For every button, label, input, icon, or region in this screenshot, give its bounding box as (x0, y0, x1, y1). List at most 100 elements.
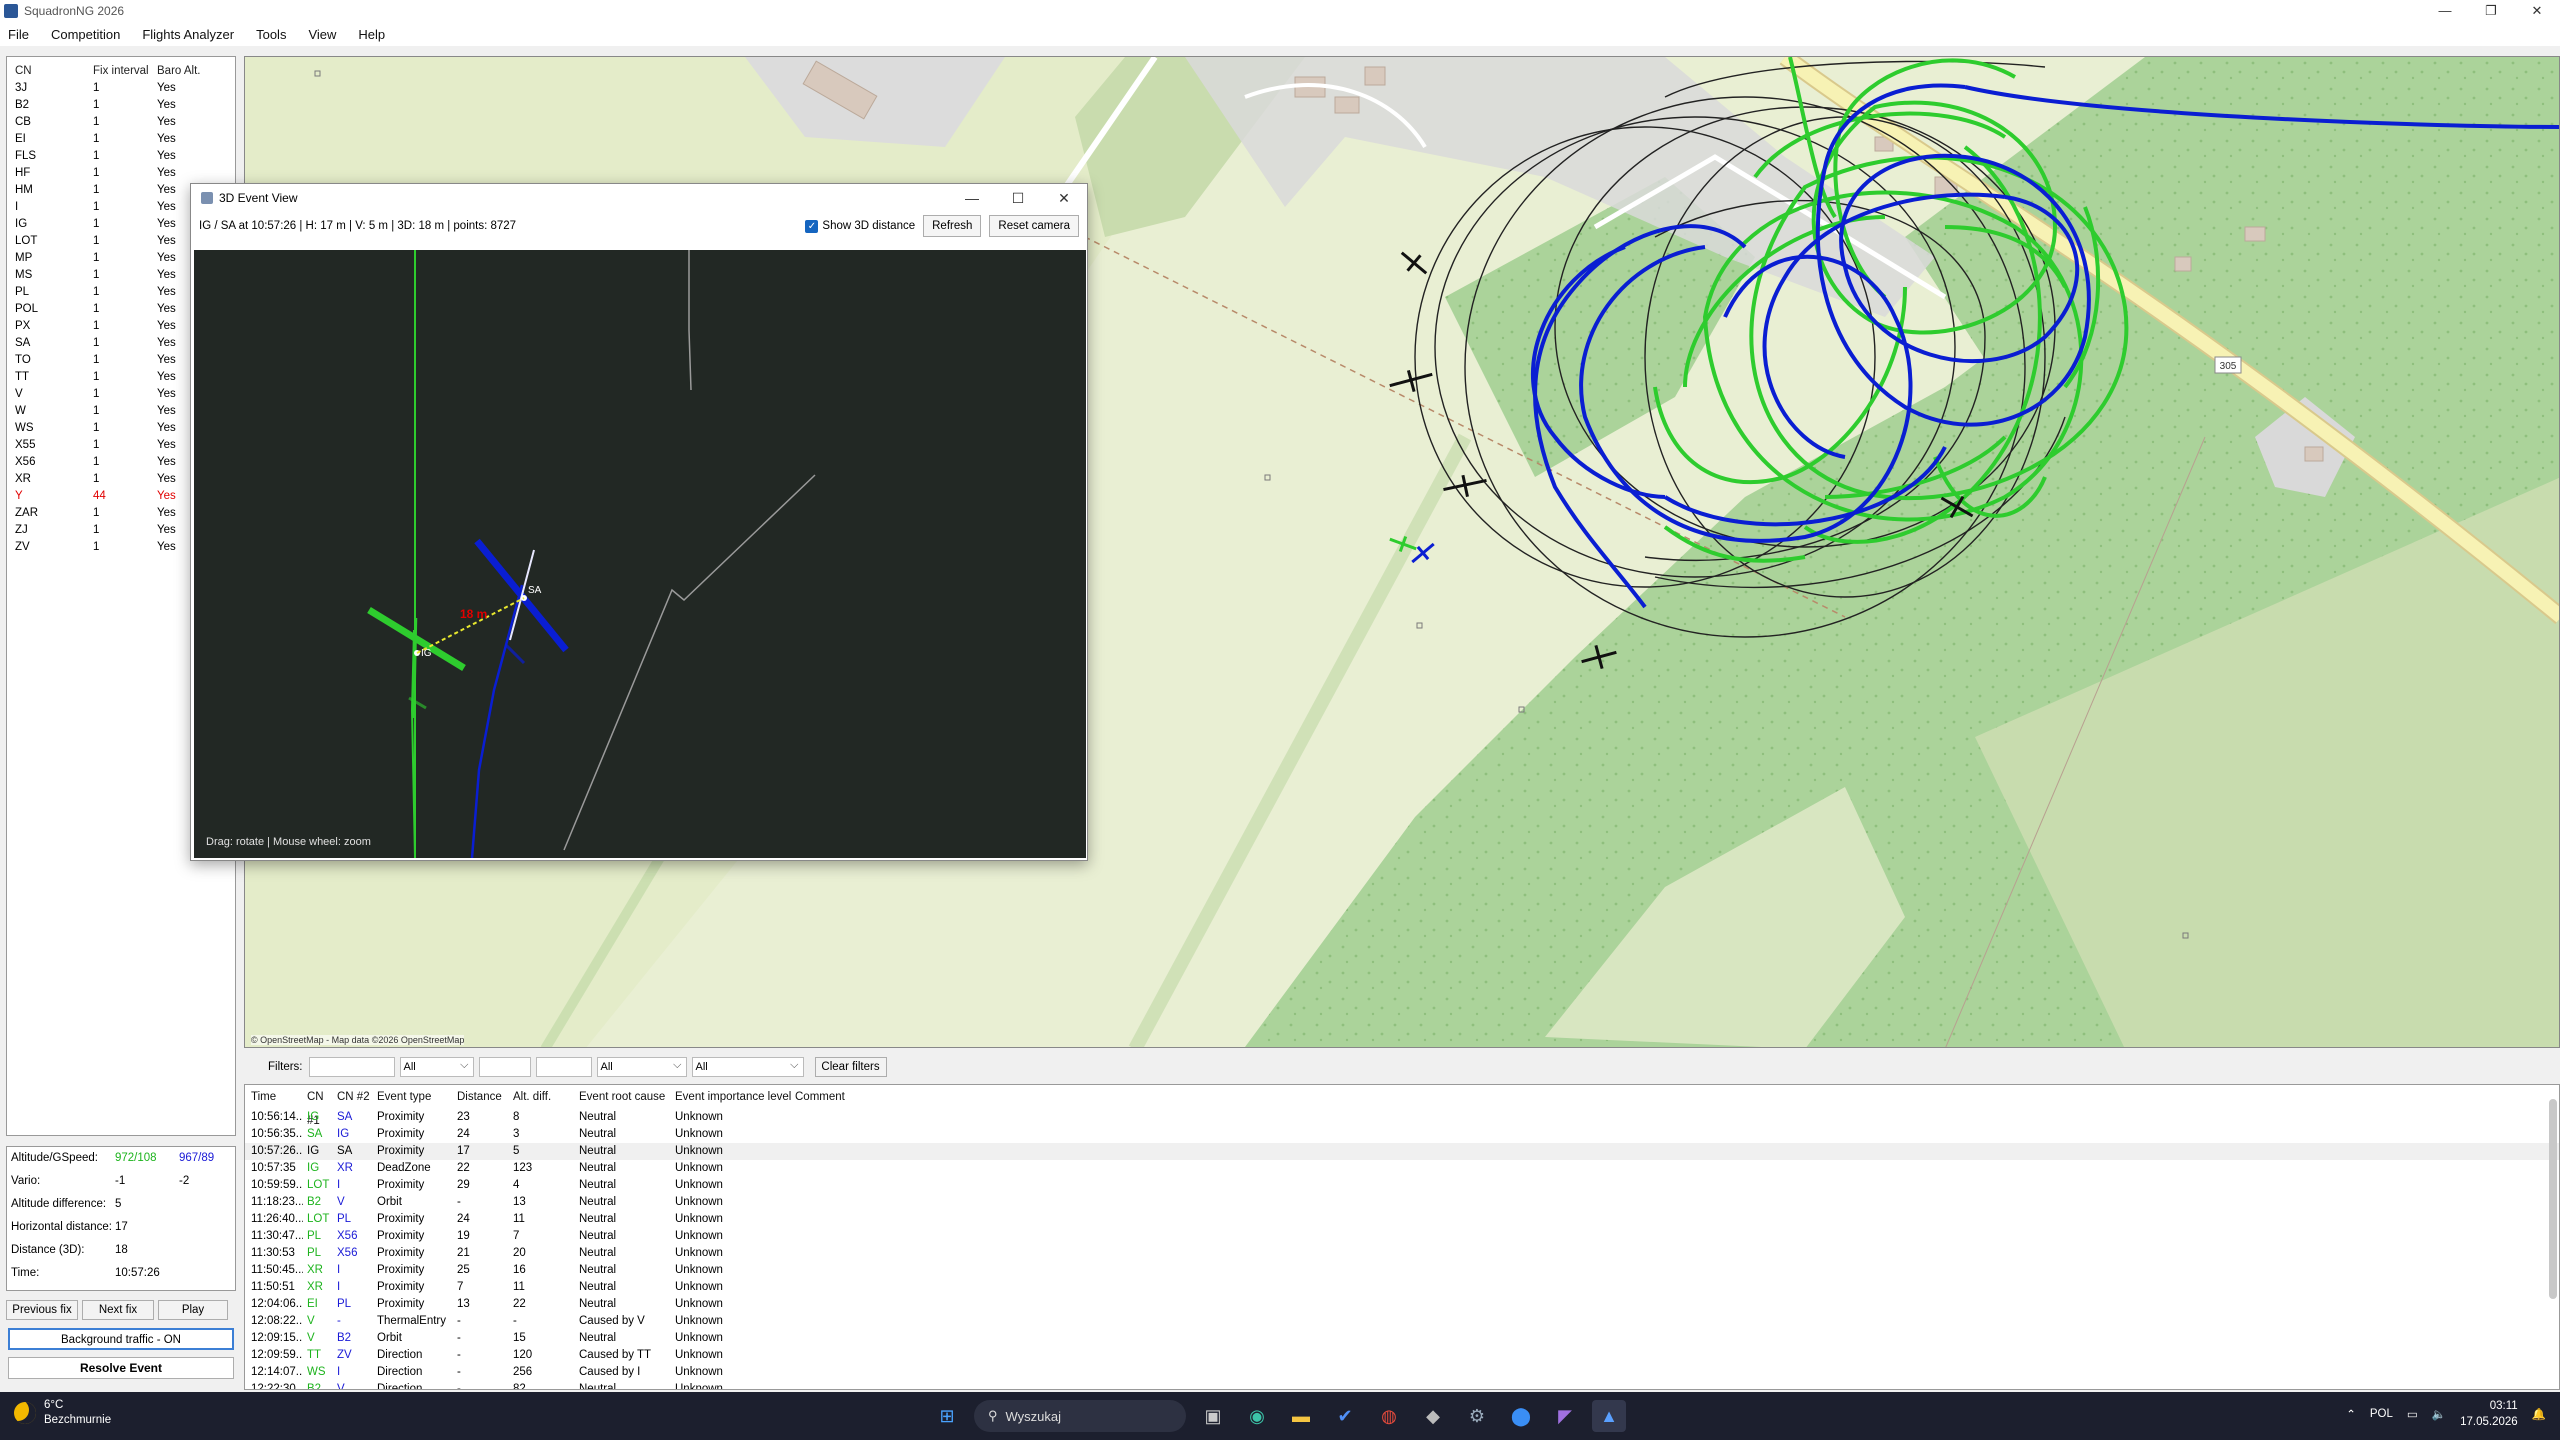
event-comment (795, 1330, 895, 1347)
pilot-row[interactable]: B2 1 Yes (9, 97, 233, 114)
filter-cn1-select[interactable]: All (399, 1056, 474, 1077)
event-time: 12:22:30... (251, 1383, 303, 1390)
event-type: Orbit (377, 1196, 402, 1208)
play-button[interactable]: Play (158, 1300, 228, 1320)
volume-icon[interactable]: 🔈 (2432, 1407, 2446, 1421)
clear-filters-button[interactable]: Clear filters (814, 1057, 887, 1077)
filter-type-input[interactable] (535, 1057, 592, 1077)
header-event-type[interactable]: Event type (377, 1085, 457, 1109)
reset-camera-button[interactable]: Reset camera (989, 215, 1079, 237)
menu-help[interactable]: Help (358, 27, 385, 42)
event-cn1: V (307, 1315, 315, 1327)
next-fix-button[interactable]: Next fix (82, 1300, 154, 1320)
maximize-button[interactable]: ❐ (2468, 0, 2514, 22)
header-baro-alt[interactable]: Baro Alt. (157, 63, 217, 80)
3d-scene-canvas[interactable]: IG SA 18 m (194, 250, 1086, 858)
weather-widget[interactable]: 6°C Bezchmurnie (14, 1398, 111, 1428)
event-row[interactable]: 11:50:51 XR I Proximity 7 11 Neutral Unknown (245, 1279, 2559, 1296)
pilot-fix: 1 (93, 201, 100, 213)
pilot-fix: 1 (93, 422, 100, 434)
clock-time: 03:11 (2489, 1400, 2518, 1412)
event-row[interactable]: 12:04:06... EI PL Proximity 13 22 Neutral Unkno… (245, 1296, 2559, 1313)
background-traffic-toggle[interactable]: Background traffic - ON (8, 1328, 234, 1350)
chrome-icon[interactable]: ◍ (1372, 1400, 1406, 1432)
taskbar-clock[interactable]: 03:11 17.05.2026 (2460, 1398, 2518, 1430)
minimize-button[interactable]: — (2422, 0, 2468, 22)
settings-icon[interactable]: ⚙ (1460, 1400, 1494, 1432)
header-cn1[interactable]: CN #1 (303, 1085, 333, 1127)
pilot-fix: 1 (93, 439, 100, 451)
maps-icon[interactable]: ⬤ (1504, 1400, 1538, 1432)
event-row[interactable]: 10:56:14... IG SA Proximity 23 8 Neutral Unknow… (245, 1109, 2559, 1126)
event-row[interactable]: 11:30:47... PL X56 Proximity 19 7 Neutral Unkno… (245, 1228, 2559, 1245)
filter-time-input[interactable] (308, 1057, 395, 1077)
3d-close-button[interactable]: ✕ (1041, 184, 1087, 212)
event-row[interactable]: 12:09:15... V B2 Orbit - 15 Neutral Unknown (245, 1330, 2559, 1347)
filter-level-select[interactable]: All (691, 1056, 804, 1077)
event-cause: Neutral (579, 1298, 617, 1310)
event-comment (795, 1262, 895, 1279)
todo-icon[interactable]: ✔ (1328, 1400, 1362, 1432)
event-row[interactable]: 12:09:59... TT ZV Direction - 120 Caused by TT… (245, 1347, 2559, 1364)
3d-minimize-button[interactable]: — (949, 184, 995, 212)
3d-window-titlebar[interactable]: 3D Event View — ☐ ✕ (191, 184, 1087, 212)
taskbar-search[interactable]: ⚲ Wyszukaj (974, 1400, 1186, 1432)
header-importance[interactable]: Event importance level (675, 1085, 795, 1109)
header-cn2[interactable]: CN #2 (333, 1085, 377, 1109)
header-comment[interactable]: Comment (795, 1085, 895, 1109)
menu-competition[interactable]: Competition (51, 27, 120, 42)
pilot-row[interactable]: FLS 1 Yes (9, 148, 233, 165)
event-row[interactable]: 10:57:26... IG SA Proximity 17 5 Neutral Unknow… (245, 1143, 2559, 1160)
3d-maximize-button[interactable]: ☐ (995, 184, 1041, 212)
menu-tools[interactable]: Tools (256, 27, 286, 42)
language-indicator[interactable]: POL (2370, 1408, 2393, 1420)
pilot-fix: 1 (93, 388, 100, 400)
menu-file[interactable]: File (8, 27, 29, 42)
event-row[interactable]: 11:18:23... B2 V Orbit - 13 Neutral Unknown (245, 1194, 2559, 1211)
close-button[interactable]: ✕ (2514, 0, 2560, 22)
file-explorer-icon[interactable]: ▬ (1284, 1400, 1318, 1432)
tray-chevron-icon[interactable]: ⌃ (2346, 1407, 2356, 1421)
event-time: 10:57:26... (251, 1145, 303, 1157)
header-cn[interactable]: CN (9, 63, 93, 80)
app-icon-dark[interactable]: ◆ (1416, 1400, 1450, 1432)
pilot-cn: I (15, 201, 19, 213)
3d-scene[interactable]: IG SA 18 m Drag: rotate | Mouse wheel: z… (194, 250, 1086, 858)
events-scrollbar[interactable] (2549, 1099, 2557, 1299)
filter-cn2-input[interactable] (478, 1057, 531, 1077)
menu-flights-analyzer[interactable]: Flights Analyzer (142, 27, 234, 42)
header-root-cause[interactable]: Event root cause (579, 1085, 675, 1109)
pilot-row[interactable]: CB 1 Yes (9, 114, 233, 131)
event-row[interactable]: 10:59:59... LOT I Proximity 29 4 Neutral Unknow… (245, 1177, 2559, 1194)
event-info-panel: Altitude/GSpeed: 972/108 967/89 Vario: -… (6, 1146, 236, 1291)
header-alt-diff[interactable]: Alt. diff. (513, 1085, 579, 1109)
visual-studio-icon[interactable]: ◤ (1548, 1400, 1582, 1432)
event-row[interactable]: 12:22:30... B2 V Direction - 82 Neutral Unknown (245, 1381, 2559, 1390)
event-row[interactable]: 11:50:45... XR I Proximity 25 16 Neutral Unknow… (245, 1262, 2559, 1279)
event-row[interactable]: 11:26:40... LOT PL Proximity 24 11 Neutral Unkn… (245, 1211, 2559, 1228)
pilot-row[interactable]: EI 1 Yes (9, 131, 233, 148)
event-row[interactable]: 12:14:07... WS I Direction - 256 Caused by I Un… (245, 1364, 2559, 1381)
task-view-icon[interactable]: ▣ (1196, 1400, 1230, 1432)
resolve-event-button[interactable]: Resolve Event (8, 1357, 234, 1379)
header-distance[interactable]: Distance (457, 1085, 513, 1109)
filter-cause-select[interactable]: All (596, 1056, 687, 1077)
windows-start-icon[interactable]: ⊞ (930, 1400, 964, 1432)
header-time[interactable]: Time (245, 1085, 303, 1109)
network-icon[interactable]: ▭ (2407, 1407, 2418, 1421)
event-row[interactable]: 10:56:35... SA IG Proximity 24 3 Neutral Unknow… (245, 1126, 2559, 1143)
event-row[interactable]: 12:08:22... V - ThermalEntry - - Caused by V Un… (245, 1313, 2559, 1330)
menu-view[interactable]: View (308, 27, 336, 42)
event-row[interactable]: 10:57:35 IG XR DeadZone 22 123 Neutral Unknown (245, 1160, 2559, 1177)
pilot-row[interactable]: 3J 1 Yes (9, 80, 233, 97)
refresh-button[interactable]: Refresh (923, 215, 982, 237)
notification-bell-icon[interactable]: 🔔 (2532, 1407, 2546, 1421)
header-fix-interval[interactable]: Fix interval (93, 63, 157, 80)
pilot-row[interactable]: HF 1 Yes (9, 165, 233, 182)
pilot-fix: 1 (93, 167, 100, 179)
squadron-app-icon[interactable]: ▲ (1592, 1400, 1626, 1432)
previous-fix-button[interactable]: Previous fix (6, 1300, 78, 1320)
edge-icon[interactable]: ◉ (1240, 1400, 1274, 1432)
event-row[interactable]: 11:30:53 PL X56 Proximity 21 20 Neutral Unknown (245, 1245, 2559, 1262)
show-3d-distance-checkbox[interactable]: ✓ Show 3D distance (805, 219, 915, 233)
